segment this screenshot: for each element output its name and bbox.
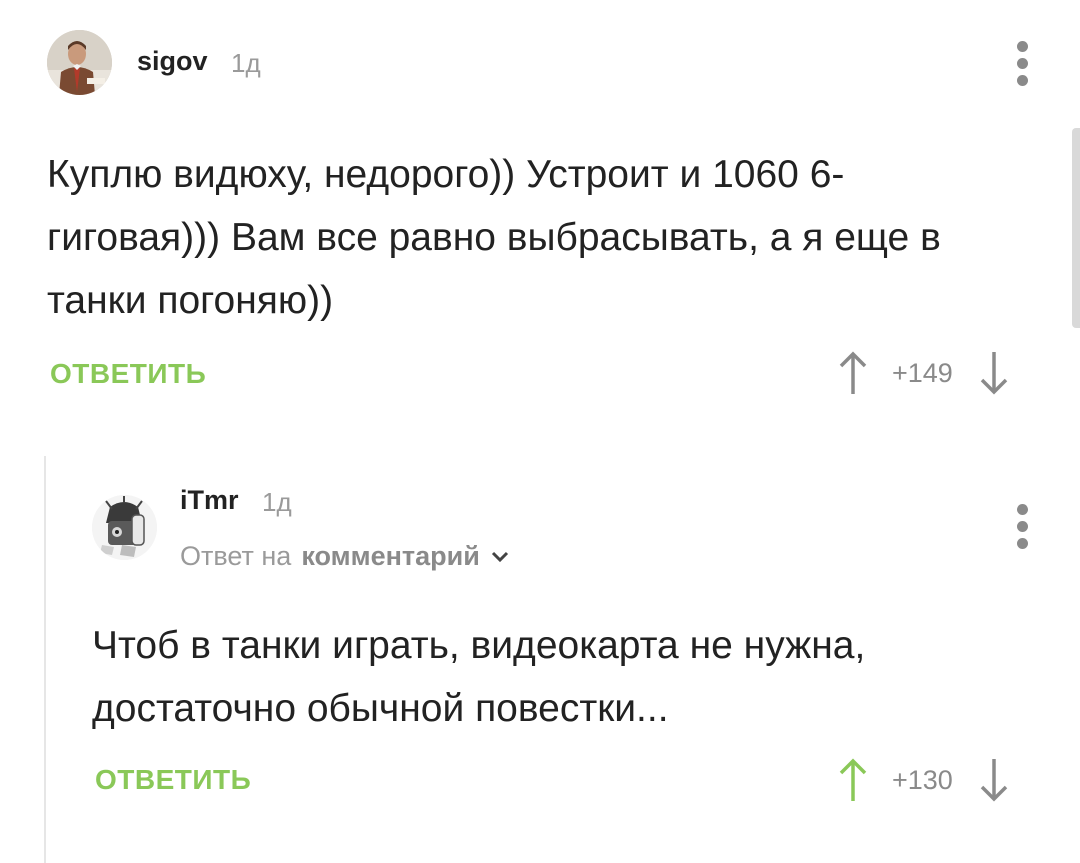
comments-page: sigov 1д Куплю видюху, недорого)) Устрои…	[0, 0, 1080, 863]
user-avatar-robot-icon	[92, 495, 157, 560]
reply-button[interactable]: ОТВЕТИТЬ	[95, 764, 251, 796]
upvote-arrow-icon[interactable]	[836, 757, 870, 803]
comment-text: Чтоб в танки играть, видеокарта не нужна…	[92, 624, 866, 730]
comment-score: +130	[892, 764, 953, 795]
reply-to-link[interactable]: комментарий	[301, 541, 480, 572]
vote-controls: +130	[836, 757, 1011, 803]
comment-age: 1д	[262, 487, 292, 517]
comment: iTmr 1д Ответ на комментарий Чтоб в танк…	[0, 0, 1080, 863]
downvote-arrow-icon[interactable]	[977, 757, 1011, 803]
reply-to-prefix: Ответ на	[180, 541, 292, 571]
chevron-down-icon[interactable]	[490, 550, 510, 564]
more-options-icon[interactable]	[1014, 504, 1030, 549]
comment-author[interactable]: iTmr	[180, 485, 239, 516]
avatar[interactable]	[92, 495, 157, 560]
reply-to-info[interactable]: Ответ на комментарий	[180, 541, 510, 572]
